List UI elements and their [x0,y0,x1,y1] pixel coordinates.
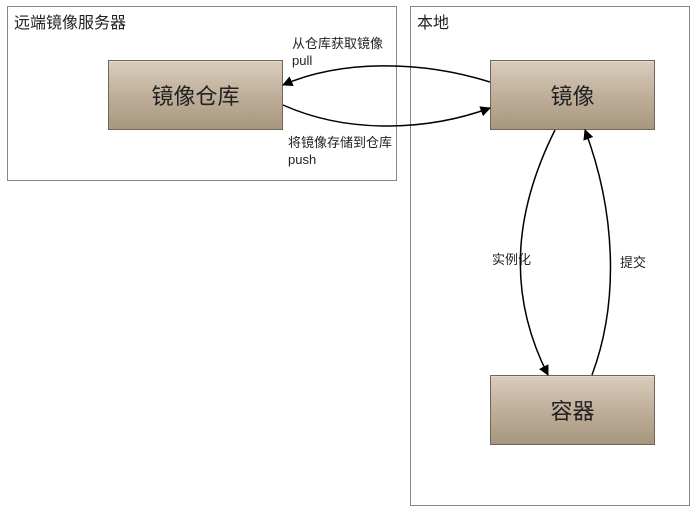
repository-node: 镜像仓库 [108,60,283,130]
edge-commit-label: 提交 [620,255,646,272]
local-group-title: 本地 [417,9,449,33]
repository-label: 镜像仓库 [151,79,239,111]
container-label: 容器 [550,394,594,426]
edge-pull-label: 从仓库获取镜像 pull [292,36,383,70]
image-node: 镜像 [490,60,655,130]
diagram-canvas: 远端镜像服务器 本地 镜像仓库 镜像 容器 从仓库获取镜像 pull [0,0,700,516]
remote-group-title: 远端镜像服务器 [14,9,126,33]
edge-instantiate-label: 实例化 [492,252,531,269]
edge-push-label: 将镜像存储到仓库 push [288,135,392,169]
image-label: 镜像 [550,79,594,111]
container-node: 容器 [490,375,655,445]
